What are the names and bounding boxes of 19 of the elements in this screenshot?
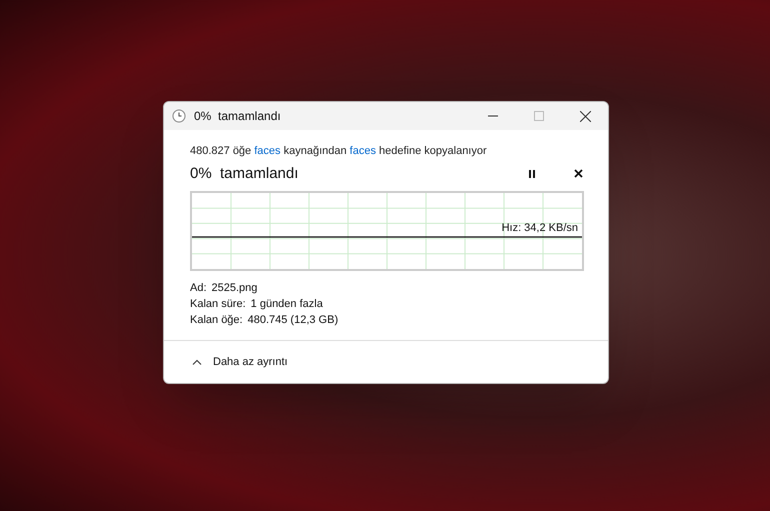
pause-icon [528,170,536,178]
detail-label: Kalan süre: [190,297,246,312]
detail-label: Ad: [190,281,207,296]
detail-label: Kalan öğe: [190,313,243,328]
detail-value: 480.745 (12,3 GB) [248,313,338,328]
clock-icon [172,109,186,123]
details-toggle[interactable]: Daha az ayrıntı [192,354,288,370]
window-title: 0% tamamlandı [194,108,281,125]
maximize-icon [534,111,544,121]
close-icon [580,110,590,122]
folder-link[interactable]: faces [254,145,281,157]
detail-value: 1 günden fazla [250,297,323,312]
folder-link[interactable]: faces [350,145,376,157]
chevron-icon [192,359,202,365]
close-icon [574,169,582,178]
speed-label: Hız: 34,2 KB/sn [502,221,578,236]
copy-description: 480.827 öğe faces kaynağından faces hedefine kopyalanıyor [190,144,488,159]
detail-value: 2525.png [212,281,258,296]
progress-heading: 0% tamamlandı [190,164,298,184]
